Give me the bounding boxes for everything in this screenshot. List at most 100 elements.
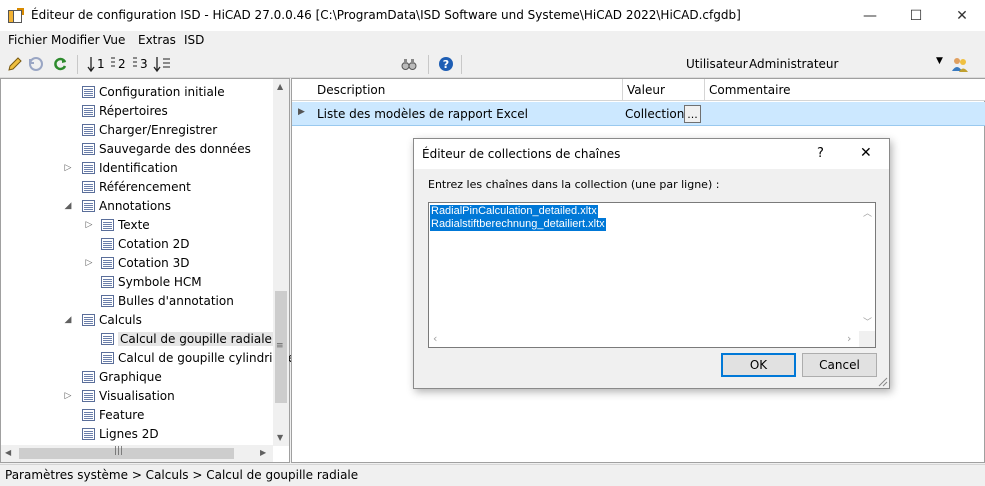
collapse-icon[interactable]: ◢ [62,315,74,325]
tree-item[interactable]: Sauvegarde des données [64,140,275,159]
refresh-button[interactable] [51,55,69,73]
menu-isd[interactable]: ISD [184,33,204,47]
help-button[interactable]: ? [437,55,455,73]
row-description: Liste des modèles de rapport Excel [317,107,528,121]
scroll-left-icon[interactable]: ◀ [5,448,11,457]
status-bar: Paramètres système > Calculs > Calcul de… [0,464,985,486]
menu-bar: Fichier Modifier Vue Extras ISD [0,31,985,50]
scroll-right-icon[interactable]: › [847,332,851,345]
settings-page-icon [82,105,95,117]
dialog-title: Éditeur de collections de chaînes [422,147,621,161]
user-label: Utilisateur [686,57,748,71]
chevron-down-icon[interactable]: ▼ [936,56,943,66]
tree-item[interactable]: Symbole HCM [83,273,275,292]
resize-grip-icon[interactable] [876,375,888,387]
tree-item-label: Calcul de goupille cylindrique [118,351,296,365]
tree-hscroll-thumb[interactable] [19,448,234,459]
expand-icon[interactable]: ▷ [62,163,74,173]
title-bar: Éditeur de configuration ISD - HiCAD 27.… [0,0,985,31]
tree-item-label: Texte [118,218,150,232]
tree-item[interactable]: Feature [64,406,275,425]
column-divider[interactable] [622,79,623,101]
sort-order-button[interactable] [153,55,173,73]
edit-button[interactable] [6,55,24,73]
tree-item[interactable]: ▷ Identification [64,159,275,178]
sort-1-button[interactable]: 1 [87,55,107,73]
undo-button[interactable] [27,55,45,73]
column-comment[interactable]: Commentaire [709,83,791,97]
scroll-down-icon[interactable]: ﹀ [863,315,872,328]
settings-page-icon [101,238,114,250]
expand-icon[interactable]: ▷ [83,258,95,268]
app-window: Éditeur de configuration ISD - HiCAD 27.… [0,0,985,486]
tree-item[interactable]: Cotation 2D [83,235,275,254]
users-button[interactable] [950,55,970,73]
tree-item[interactable]: Référencement [64,178,275,197]
collapse-icon[interactable]: ◢ [62,201,74,211]
textarea-vertical-scrollbar[interactable]: ︿ ﹀ [859,203,875,331]
tree-item[interactable]: Bulles d'annotation [83,292,275,311]
ellipsis-button[interactable]: ... [684,105,701,123]
tree-item[interactable]: ▷ Cotation 3D [83,254,275,273]
tree-item[interactable]: Répertoires [64,102,275,121]
tree-item[interactable]: Graphique [64,368,275,387]
menu-modifier[interactable]: Modifier [51,33,100,47]
string-collection-dialog: Éditeur de collections de chaînes ? ✕ En… [413,138,890,389]
tree-item-label: Cotation 3D [118,256,190,270]
tree-item[interactable]: ◢ Annotations [64,197,275,216]
column-description[interactable]: Description [317,83,385,97]
tree-item-label: Identification [99,161,178,175]
toolbar-separator [77,55,78,74]
scroll-left-icon[interactable]: ‹ [433,332,437,345]
toolbar: 1 2 3 ? Utilisateur Administrateur ▼ [0,51,985,78]
tree-item[interactable]: Calcul de goupille cylindrique [83,349,295,368]
expand-icon[interactable]: ▷ [62,391,74,401]
expand-icon[interactable]: ▷ [83,220,95,230]
menu-fichier[interactable]: Fichier [8,33,47,47]
tree-item-label: Configuration initiale [99,85,225,99]
maximize-button[interactable]: ☐ [893,0,939,31]
tree-item[interactable]: Calcul de goupille radiale [83,330,275,349]
grip-icon: ||| [114,446,124,456]
scroll-up-icon[interactable]: ︿ [863,206,872,219]
user-select[interactable]: Administrateur [749,57,838,71]
column-divider[interactable] [704,79,705,101]
tree-item[interactable]: Charger/Enregistrer [64,121,275,140]
close-window-button[interactable]: ✕ [939,0,985,31]
tree-item[interactable]: Configuration initiale [64,83,275,102]
tree-item[interactable]: ◢ Calculs [64,311,275,330]
table-row[interactable]: ▶ Liste des modèles de rapport Excel Col… [292,102,985,126]
svg-text:3: 3 [140,57,148,71]
sort-order-icon [153,57,170,73]
sort-2-icon: 2 [111,57,126,71]
settings-page-icon [82,162,95,174]
sort-2-button[interactable]: 2 [109,55,129,73]
ok-button[interactable]: OK [721,353,796,377]
settings-page-icon [101,333,114,345]
search-button[interactable] [400,55,418,73]
settings-page-icon [82,124,95,136]
settings-page-icon [82,428,95,440]
minimize-button[interactable]: — [847,0,893,31]
tree-horizontal-scrollbar[interactable]: ◀ ||| ▶ [1,445,273,462]
settings-tree[interactable]: Configuration initiale Répertoires Charger… [0,78,295,463]
tree-item[interactable]: Lignes 2D [64,425,275,444]
sort-3-icon: 3 [133,57,148,71]
cancel-button[interactable]: Cancel [802,353,877,377]
svg-text:2: 2 [118,57,126,71]
menu-vue[interactable]: Vue [103,33,125,47]
tree-item[interactable]: ▷ Texte [83,216,275,235]
sort-3-button[interactable]: 3 [131,55,151,73]
collection-textarea[interactable]: RadialPinCalculation_detailed.xltx Radia… [428,202,876,348]
dialog-help-button[interactable]: ? [817,146,824,161]
tree-item[interactable]: ▷ Visualisation [64,387,275,406]
scroll-right-icon[interactable]: ▶ [260,448,266,457]
scroll-up-icon[interactable]: ▲ [277,82,283,91]
tree-item-label: Charger/Enregistrer [99,123,218,137]
column-value[interactable]: Valeur [627,83,665,97]
textarea-horizontal-scrollbar[interactable]: ‹ › [429,331,859,347]
dialog-close-button[interactable]: ✕ [860,145,872,161]
menu-extras[interactable]: Extras [138,33,176,47]
tree-vertical-scrollbar[interactable]: ▲ ≡ ▼ [273,79,289,446]
scroll-down-icon[interactable]: ▼ [277,433,283,442]
